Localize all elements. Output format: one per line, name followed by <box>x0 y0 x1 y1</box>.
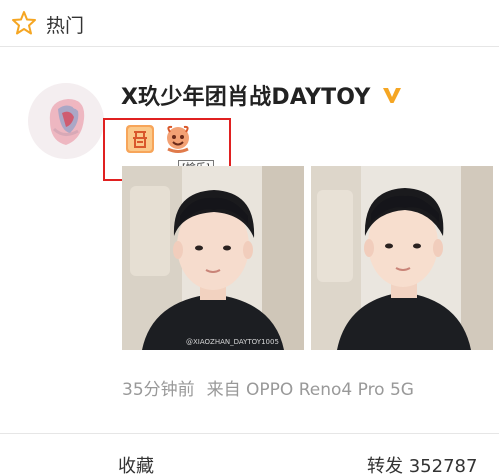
yule-badge-icon[interactable] <box>161 123 195 155</box>
post-source: 来自 OPPO Reno4 Pro 5G <box>206 380 414 400</box>
star-icon[interactable] <box>10 9 38 37</box>
post-photo-2[interactable] <box>311 166 493 350</box>
repost-button[interactable]: 转发 352787 <box>367 452 477 475</box>
author-name[interactable]: X玖少年团肖战DAYTOY <box>121 79 371 111</box>
hot-label[interactable]: 热门 <box>46 11 84 38</box>
header-divider <box>0 46 499 47</box>
post-meta: 35分钟前 来自 OPPO Reno4 Pro 5G <box>122 375 414 400</box>
avatar[interactable] <box>28 83 104 159</box>
post-timestamp[interactable]: 35分钟前 <box>122 380 195 400</box>
actions-divider <box>0 433 499 434</box>
verified-v-icon <box>383 88 401 103</box>
collect-button[interactable]: 收藏 <box>118 452 154 475</box>
zan-badge-icon[interactable] <box>125 124 155 154</box>
photo-watermark: @XIAOZHAN_DAYTOY1005 <box>186 338 279 346</box>
post-photo-1[interactable]: @XIAOZHAN_DAYTOY1005 <box>122 166 304 350</box>
hot-header: 热门 <box>0 0 499 46</box>
